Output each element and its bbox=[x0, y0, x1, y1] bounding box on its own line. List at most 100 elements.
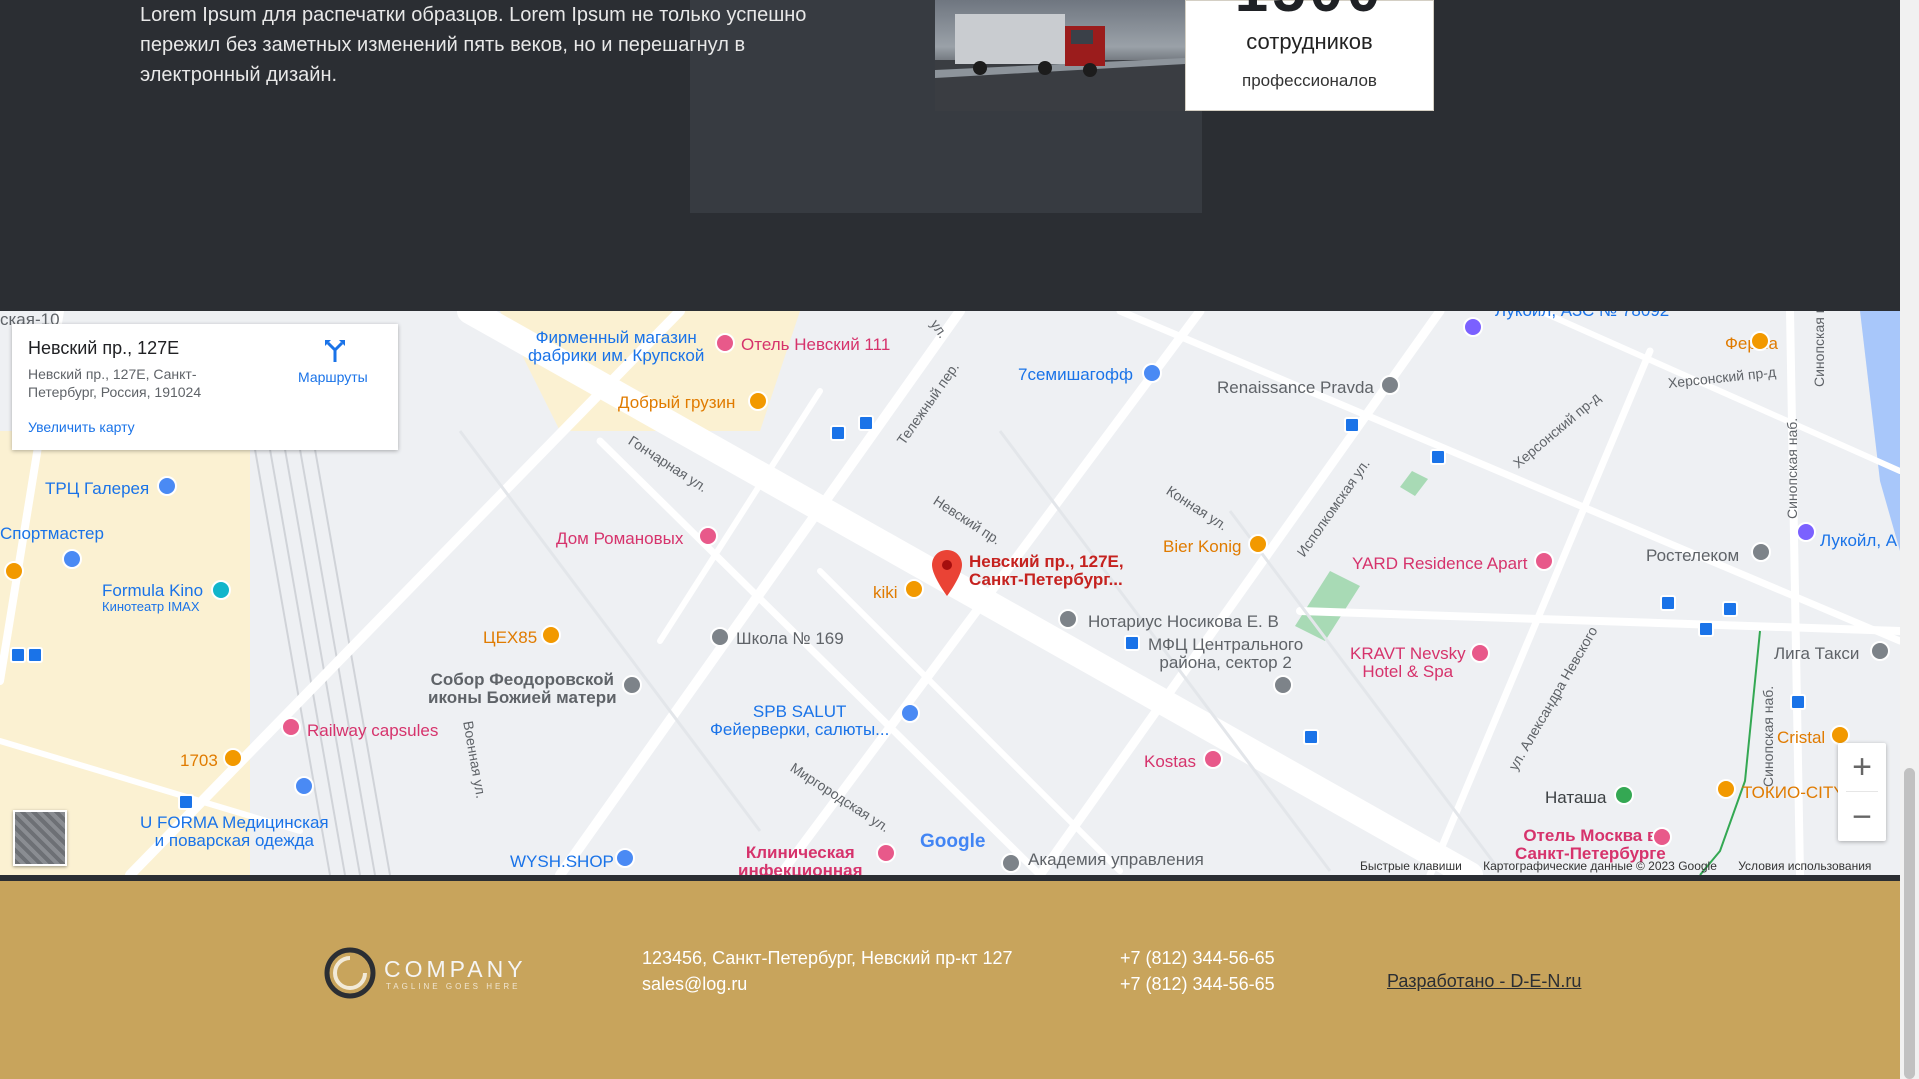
enlarge-map-link[interactable]: Увеличить карту bbox=[28, 419, 135, 435]
poi-wysh[interactable]: WYSH.SHOP bbox=[510, 853, 614, 871]
place-icon bbox=[1380, 375, 1400, 395]
directions-icon[interactable] bbox=[322, 338, 348, 364]
zoom-in-button[interactable]: + bbox=[1838, 743, 1886, 791]
hotel-icon bbox=[1534, 551, 1554, 571]
footer-phone[interactable]: +7 (812) 344-56-65 bbox=[1120, 971, 1275, 997]
restaurant-icon bbox=[1830, 725, 1850, 745]
poi-dom-romanovyh[interactable]: Дом Романовых bbox=[556, 530, 683, 548]
location-pin-icon[interactable] bbox=[932, 550, 962, 598]
hotel-icon bbox=[1652, 827, 1672, 847]
restaurant-icon bbox=[1248, 534, 1268, 554]
restaurant-icon bbox=[4, 561, 24, 581]
restaurant-icon bbox=[1203, 749, 1223, 769]
poi-lukoil-top[interactable]: Лукойл, АЗС № 78092 bbox=[1495, 311, 1669, 320]
poi-kostas[interactable]: Kostas bbox=[1144, 753, 1196, 771]
street-label: Синопская наб. bbox=[1784, 417, 1800, 519]
intro-line: пережил без заметных изменений пять веко… bbox=[140, 34, 746, 56]
church-icon bbox=[622, 675, 642, 695]
poi-mfc[interactable]: МФЦ Центрального района, сектор 2 bbox=[1148, 636, 1303, 672]
government-icon bbox=[1273, 675, 1293, 695]
poi-renaissance[interactable]: Renaissance Pravda bbox=[1217, 379, 1374, 397]
page-scrollbar[interactable] bbox=[1900, 0, 1919, 1079]
footer-phone[interactable]: +7 (812) 344-56-65 bbox=[1120, 945, 1275, 971]
bus-stop-icon bbox=[1303, 729, 1319, 745]
bus-stop-icon bbox=[27, 647, 43, 663]
directions-link[interactable]: Маршруты bbox=[298, 369, 368, 385]
bus-stop-icon bbox=[1698, 621, 1714, 637]
poi-label: KRAVT Nevsky bbox=[1350, 644, 1466, 663]
footer-email[interactable]: sales@log.ru bbox=[642, 971, 1013, 997]
poi-dobry-gruzin[interactable]: Добрый грузин bbox=[618, 394, 735, 412]
shop-icon bbox=[294, 776, 314, 796]
poi-firm-store[interactable]: Фирменный магазин фабрики им. Крупской bbox=[528, 329, 704, 365]
shortcuts-link[interactable]: Быстрые клавиши bbox=[1360, 859, 1462, 873]
zoom-controls: + − bbox=[1838, 743, 1886, 841]
fuel-icon bbox=[1463, 317, 1483, 337]
poi-uforma[interactable]: U FORMA Медицинская и поварская одежда bbox=[140, 814, 329, 850]
poi-sportmaster[interactable]: Спортмастер bbox=[0, 525, 104, 543]
restaurant-icon bbox=[1716, 779, 1736, 799]
poi-natasha[interactable]: Наташа bbox=[1545, 789, 1607, 807]
footer-address: 123456, Санкт-Петербург, Невский пр-кт 1… bbox=[642, 948, 1013, 968]
poi-cex85[interactable]: ЦЕХ85 bbox=[483, 629, 537, 647]
poi-sobor[interactable]: Собор Феодоровской иконы Божией матери bbox=[428, 671, 617, 707]
marker-label-line: Санкт-Петербург... bbox=[969, 570, 1123, 589]
poi-tokio[interactable]: ТОКИО-CITY bbox=[1742, 784, 1845, 802]
poi-notarius[interactable]: Нотариус Носикова Е. В bbox=[1088, 613, 1279, 631]
poi-trc-galereya[interactable]: ТРЦ Галерея bbox=[45, 480, 149, 498]
poi-semishagoff[interactable]: 7семишагофф bbox=[1018, 366, 1133, 384]
poi-kiki[interactable]: kiki bbox=[873, 584, 898, 602]
street-label: Синопская наб. bbox=[1811, 311, 1827, 387]
poi-kravt[interactable]: KRAVT Nevsky Hotel & Spa bbox=[1350, 645, 1466, 681]
poi-clinic[interactable]: Клиническая инфекционная bbox=[738, 843, 863, 876]
poi-cristal[interactable]: Cristal bbox=[1777, 729, 1825, 747]
shop-icon bbox=[900, 703, 920, 723]
poi-formula-kino[interactable]: Formula Kino Кинотеатр IMAX bbox=[102, 582, 203, 614]
map-data-text: Картографические данные © 2023 Google bbox=[1483, 859, 1717, 873]
hotel-icon bbox=[1470, 643, 1490, 663]
poi-label: фабрики им. Крупской bbox=[528, 346, 705, 365]
marker-label: Невский пр., 127Е, Санкт-Петербург... bbox=[969, 553, 1124, 589]
poi-rostelecom[interactable]: Ростелеком bbox=[1646, 547, 1739, 565]
poi-1703[interactable]: 1703 bbox=[180, 752, 218, 770]
terms-link[interactable]: Условия использования bbox=[1738, 859, 1871, 873]
satellite-toggle[interactable] bbox=[13, 810, 67, 866]
restaurant-icon bbox=[223, 748, 243, 768]
shop-icon bbox=[62, 549, 82, 569]
poi-railway[interactable]: Railway capsules bbox=[307, 722, 438, 740]
poi-spb-salut[interactable]: SPB SALUT Фейерверки, салюты... bbox=[710, 703, 889, 739]
poi-hotel-nevsky[interactable]: Отель Невский 111 bbox=[741, 336, 890, 354]
footer-phones: +7 (812) 344-56-65 +7 (812) 344-56-65 bbox=[1120, 945, 1275, 997]
scrollbar-thumb[interactable] bbox=[1904, 768, 1915, 1079]
cinema-icon bbox=[211, 580, 231, 600]
zoom-out-button[interactable]: − bbox=[1838, 793, 1886, 841]
poi-liga-taxi[interactable]: Лига Такси bbox=[1774, 645, 1859, 663]
poi-label: Фейерверки, салюты... bbox=[710, 720, 890, 739]
poi-hotel-moskva[interactable]: Отель Москва в Санкт-Петербурге bbox=[1515, 827, 1666, 863]
company-logo[interactable]: COMPANY TAGLINE GOES HERE bbox=[322, 942, 542, 1004]
poi-label: Клиническая bbox=[745, 843, 855, 862]
poi-bier-konig[interactable]: Bier Konig bbox=[1163, 538, 1241, 556]
bus-stop-icon bbox=[178, 794, 194, 810]
place-icon bbox=[1058, 609, 1078, 629]
poi-yard[interactable]: YARD Residence Apart bbox=[1352, 555, 1527, 573]
poi-academy[interactable]: Академия управления bbox=[1028, 851, 1204, 869]
shop-icon bbox=[1142, 363, 1162, 383]
poi-label: U FORMA Медицинская bbox=[140, 813, 329, 832]
hotel-icon bbox=[698, 526, 718, 546]
logo-text: COMPANY bbox=[384, 956, 527, 982]
footer-contacts: 123456, Санкт-Петербург, Невский пр-кт 1… bbox=[642, 945, 1013, 997]
poi-label: Собор Феодоровской bbox=[430, 670, 614, 689]
poi-label: Отель Москва в bbox=[1523, 826, 1658, 845]
poi-lukoil-right[interactable]: Лукойл, А bbox=[1820, 532, 1897, 550]
developer-link[interactable]: Разработано - D-E-N.ru bbox=[1387, 971, 1581, 992]
poi-school[interactable]: Школа № 169 bbox=[736, 630, 844, 648]
poi-label: Фирменный магазин bbox=[535, 328, 697, 347]
street-label: Синопская наб. bbox=[1760, 685, 1776, 787]
google-logo: Google bbox=[920, 831, 985, 853]
hospital-icon bbox=[876, 843, 896, 863]
stat-card: 1500 сотрудников профессионалов bbox=[1185, 0, 1434, 111]
poi-label: и поварская одежда bbox=[154, 831, 314, 850]
place-address: Невский пр., 127Е, Санкт-Петербург, Росс… bbox=[28, 366, 202, 400]
poi-label: Formula Kino bbox=[102, 581, 204, 600]
